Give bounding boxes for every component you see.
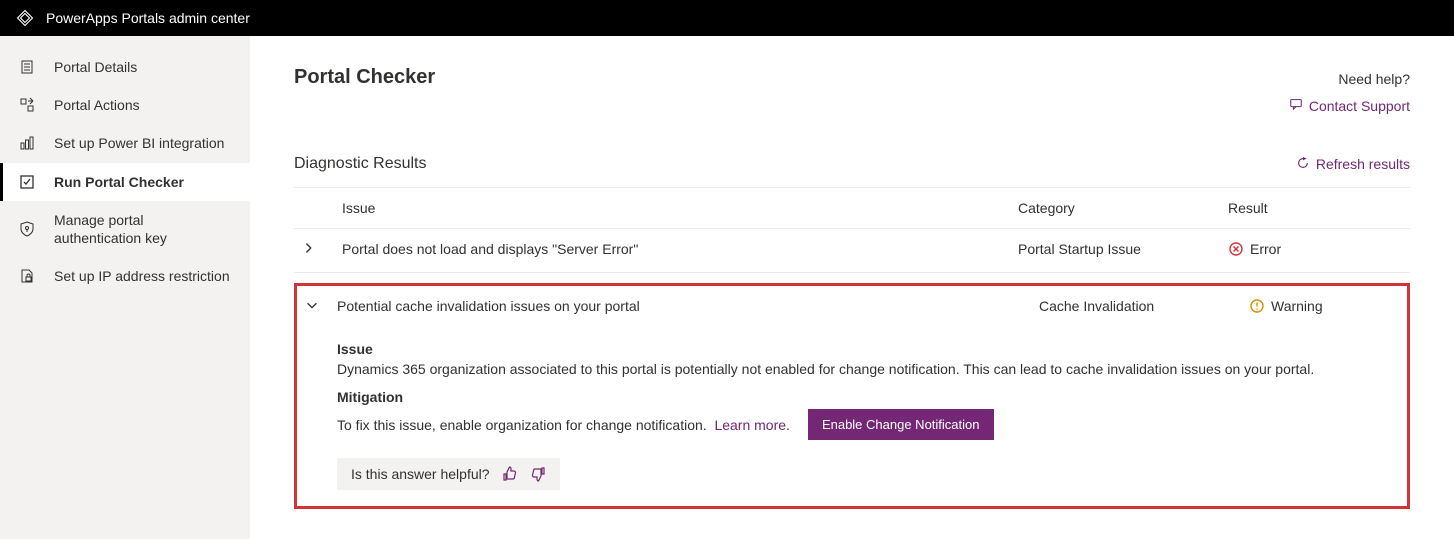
column-result: Result — [1220, 188, 1410, 229]
chevron-down-icon[interactable] — [305, 298, 321, 314]
table-row: Portal does not load and displays "Serve… — [294, 229, 1410, 273]
sidebar-item-label: Portal Actions — [54, 96, 140, 114]
issue-description: Dynamics 365 organization associated to … — [337, 361, 1367, 377]
result-label: Error — [1250, 241, 1281, 257]
shield-icon — [18, 220, 36, 238]
feedback-bar: Is this answer helpful? — [337, 458, 560, 490]
learn-more-link[interactable]: Learn more — [714, 417, 786, 433]
warning-icon — [1249, 298, 1265, 314]
table-row: Potential cache invalidation issues on y… — [297, 286, 1407, 325]
sidebar-item-label: Run Portal Checker — [54, 173, 184, 191]
chat-icon — [1289, 93, 1303, 120]
main-content: Portal Checker Need help? Contact Suppor… — [250, 36, 1454, 539]
contact-support-link[interactable]: Contact Support — [1289, 93, 1410, 120]
feedback-prompt: Is this answer helpful? — [351, 466, 490, 482]
category-cell: Cache Invalidation — [1039, 298, 1249, 317]
expanded-row-highlight: Potential cache invalidation issues on y… — [294, 283, 1410, 509]
enable-change-notification-button[interactable]: Enable Change Notification — [808, 409, 994, 440]
error-icon — [1228, 241, 1244, 257]
column-category: Category — [1010, 188, 1220, 229]
mitigation-text: To fix this issue, enable organization f… — [337, 417, 707, 433]
powerapps-logo-icon — [16, 9, 34, 27]
issue-detail: Issue Dynamics 365 organization associat… — [297, 325, 1407, 506]
diagnostic-table: Issue Category Result Portal does not lo… — [294, 187, 1410, 273]
issue-cell: Potential cache invalidation issues on y… — [337, 298, 1039, 317]
thumbs-down-icon[interactable] — [530, 466, 546, 482]
sidebar-item-label: Set up IP address restriction — [54, 267, 230, 285]
table-header-row: Issue Category Result — [294, 188, 1410, 229]
document-icon — [18, 58, 36, 76]
sidebar-item-label: Manage portal authentication key — [54, 211, 167, 247]
topbar: PowerApps Portals admin center — [0, 0, 1454, 36]
refresh-icon — [1296, 156, 1310, 173]
sidebar-item-portal-checker[interactable]: Run Portal Checker — [0, 163, 250, 201]
checker-icon — [18, 173, 36, 191]
issue-heading: Issue — [337, 341, 1367, 357]
sidebar-item-auth-key[interactable]: Manage portal authentication key — [0, 201, 250, 257]
sidebar-item-label: Set up Power BI integration — [54, 134, 224, 152]
chart-icon — [18, 134, 36, 152]
chevron-right-icon[interactable] — [302, 241, 318, 257]
contact-support-label: Contact Support — [1309, 93, 1410, 120]
topbar-title: PowerApps Portals admin center — [46, 10, 250, 26]
mitigation-heading: Mitigation — [337, 389, 1367, 405]
sidebar-item-ip-restriction[interactable]: Set up IP address restriction — [0, 257, 250, 295]
page-title: Portal Checker — [294, 66, 435, 89]
sidebar: Portal Details Portal Actions Set up Pow… — [0, 36, 250, 539]
refresh-results-link[interactable]: Refresh results — [1296, 156, 1410, 173]
issue-cell: Portal does not load and displays "Serve… — [334, 229, 1010, 273]
column-issue: Issue — [334, 188, 1010, 229]
sidebar-item-portal-details[interactable]: Portal Details — [0, 48, 250, 86]
section-title: Diagnostic Results — [294, 155, 427, 173]
lock-document-icon — [18, 267, 36, 285]
actions-icon — [18, 96, 36, 114]
category-cell: Portal Startup Issue — [1010, 229, 1220, 273]
sidebar-item-label: Portal Details — [54, 58, 137, 76]
refresh-label: Refresh results — [1316, 156, 1410, 172]
thumbs-up-icon[interactable] — [502, 466, 518, 482]
need-help-link[interactable]: Need help? — [1289, 66, 1410, 93]
sidebar-item-powerbi[interactable]: Set up Power BI integration — [0, 124, 250, 162]
result-label: Warning — [1271, 298, 1323, 314]
sidebar-item-portal-actions[interactable]: Portal Actions — [0, 86, 250, 124]
